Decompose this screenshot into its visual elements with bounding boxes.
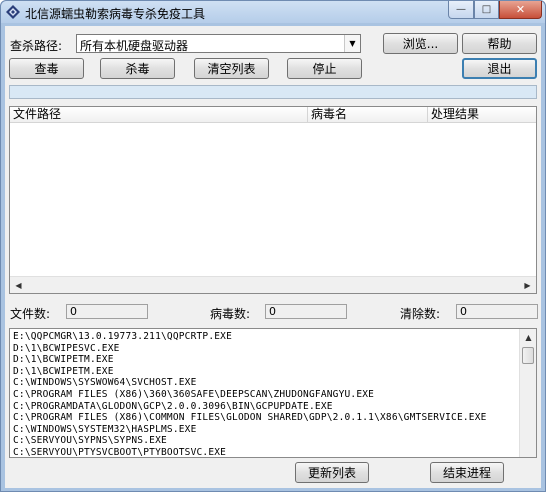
scan-button[interactable]: 查毒 bbox=[9, 58, 84, 79]
process-list-item[interactable]: C:\WINDOWS\SYSTEM32\HASPLMS.EXE bbox=[13, 424, 518, 436]
end-process-button[interactable]: 结束进程 bbox=[430, 462, 504, 483]
scan-path-value: 所有本机硬盘驱动器 bbox=[80, 39, 189, 53]
process-list-item[interactable]: C:\PROGRAMDATA\GLODON\GCP\2.0.0.3096\BIN… bbox=[13, 401, 518, 413]
help-button[interactable]: 帮助 bbox=[462, 33, 537, 54]
app-logo-icon bbox=[6, 5, 20, 19]
process-list-item[interactable]: D:\1\BCWIPETM.EXE bbox=[13, 354, 518, 366]
process-list-item[interactable]: C:\SERVYOU\PTYSVCBOOT\PTYBOOTSVC.EXE bbox=[13, 447, 518, 457]
scroll-left-icon[interactable]: ◀ bbox=[11, 278, 26, 293]
scroll-up-icon[interactable]: ▲ bbox=[521, 330, 536, 345]
chevron-down-icon[interactable]: ▼ bbox=[344, 35, 360, 52]
files-count-field: 0 bbox=[66, 304, 148, 319]
browse-button[interactable]: 浏览... bbox=[383, 33, 458, 54]
virus-count-field: 0 bbox=[265, 304, 347, 319]
scan-progress-bar bbox=[9, 85, 537, 99]
cleared-count-label: 清除数: bbox=[400, 307, 441, 321]
title-bar[interactable]: 北信源蠕虫勒索病毒专杀免疫工具 — □ ✕ bbox=[1, 1, 545, 23]
results-header: 文件路径 病毒名 处理结果 bbox=[10, 107, 536, 123]
column-virus-name[interactable]: 病毒名 bbox=[308, 107, 428, 123]
process-list-item[interactable]: D:\1\BCWIPESVC.EXE bbox=[13, 343, 518, 355]
maximize-button[interactable]: □ bbox=[474, 1, 499, 19]
stop-button[interactable]: 停止 bbox=[287, 58, 362, 79]
process-list[interactable]: E:\QQPCMGR\13.0.19773.211\QQPCRTP.EXE D:\… bbox=[9, 328, 537, 458]
process-list-item[interactable]: E:\QQPCMGR\13.0.19773.211\QQPCRTP.EXE bbox=[13, 331, 518, 343]
minimize-icon: — bbox=[456, 4, 466, 15]
close-icon: ✕ bbox=[515, 3, 526, 16]
kill-button[interactable]: 杀毒 bbox=[100, 58, 175, 79]
minimize-button[interactable]: — bbox=[448, 1, 474, 19]
process-list-lines: E:\QQPCMGR\13.0.19773.211\QQPCRTP.EXE D:\… bbox=[13, 331, 518, 457]
exit-button[interactable]: 退出 bbox=[462, 58, 537, 79]
horizontal-scrollbar[interactable]: ◀ ▶ bbox=[10, 276, 536, 293]
column-action-result[interactable]: 处理结果 bbox=[428, 107, 536, 123]
close-button[interactable]: ✕ bbox=[499, 1, 542, 19]
cleared-count-field: 0 bbox=[456, 304, 538, 319]
maximize-icon: □ bbox=[481, 4, 492, 15]
results-list[interactable]: 文件路径 病毒名 处理结果 ◀ ▶ bbox=[9, 106, 537, 294]
vertical-scrollbar[interactable]: ▲ bbox=[519, 329, 536, 457]
scrollbar-thumb[interactable] bbox=[522, 347, 534, 364]
window-title: 北信源蠕虫勒索病毒专杀免疫工具 bbox=[25, 7, 206, 21]
virus-count-label: 病毒数: bbox=[210, 307, 251, 321]
process-list-item[interactable]: C:\PROGRAM FILES (X86)\360\360SAFE\DEEPS… bbox=[13, 389, 518, 401]
column-file-path[interactable]: 文件路径 bbox=[10, 107, 308, 123]
scroll-right-icon[interactable]: ▶ bbox=[520, 278, 535, 293]
refresh-list-button[interactable]: 更新列表 bbox=[295, 462, 369, 483]
process-list-item[interactable]: C:\PROGRAM FILES (X86)\COMMON FILES\GLOD… bbox=[13, 412, 518, 424]
files-count-label: 文件数: bbox=[10, 307, 51, 321]
process-list-item[interactable]: C:\SERVYOU\SYPNS\SYPNS.EXE bbox=[13, 435, 518, 447]
clear-list-button[interactable]: 清空列表 bbox=[194, 58, 269, 79]
process-list-item[interactable]: C:\WINDOWS\SYSWOW64\SVCHOST.EXE bbox=[13, 377, 518, 389]
process-list-item[interactable]: D:\1\BCWIPETM.EXE bbox=[13, 366, 518, 378]
scan-path-select[interactable]: 所有本机硬盘驱动器 ▼ bbox=[76, 34, 361, 53]
scan-path-label: 查杀路径: bbox=[10, 39, 63, 53]
